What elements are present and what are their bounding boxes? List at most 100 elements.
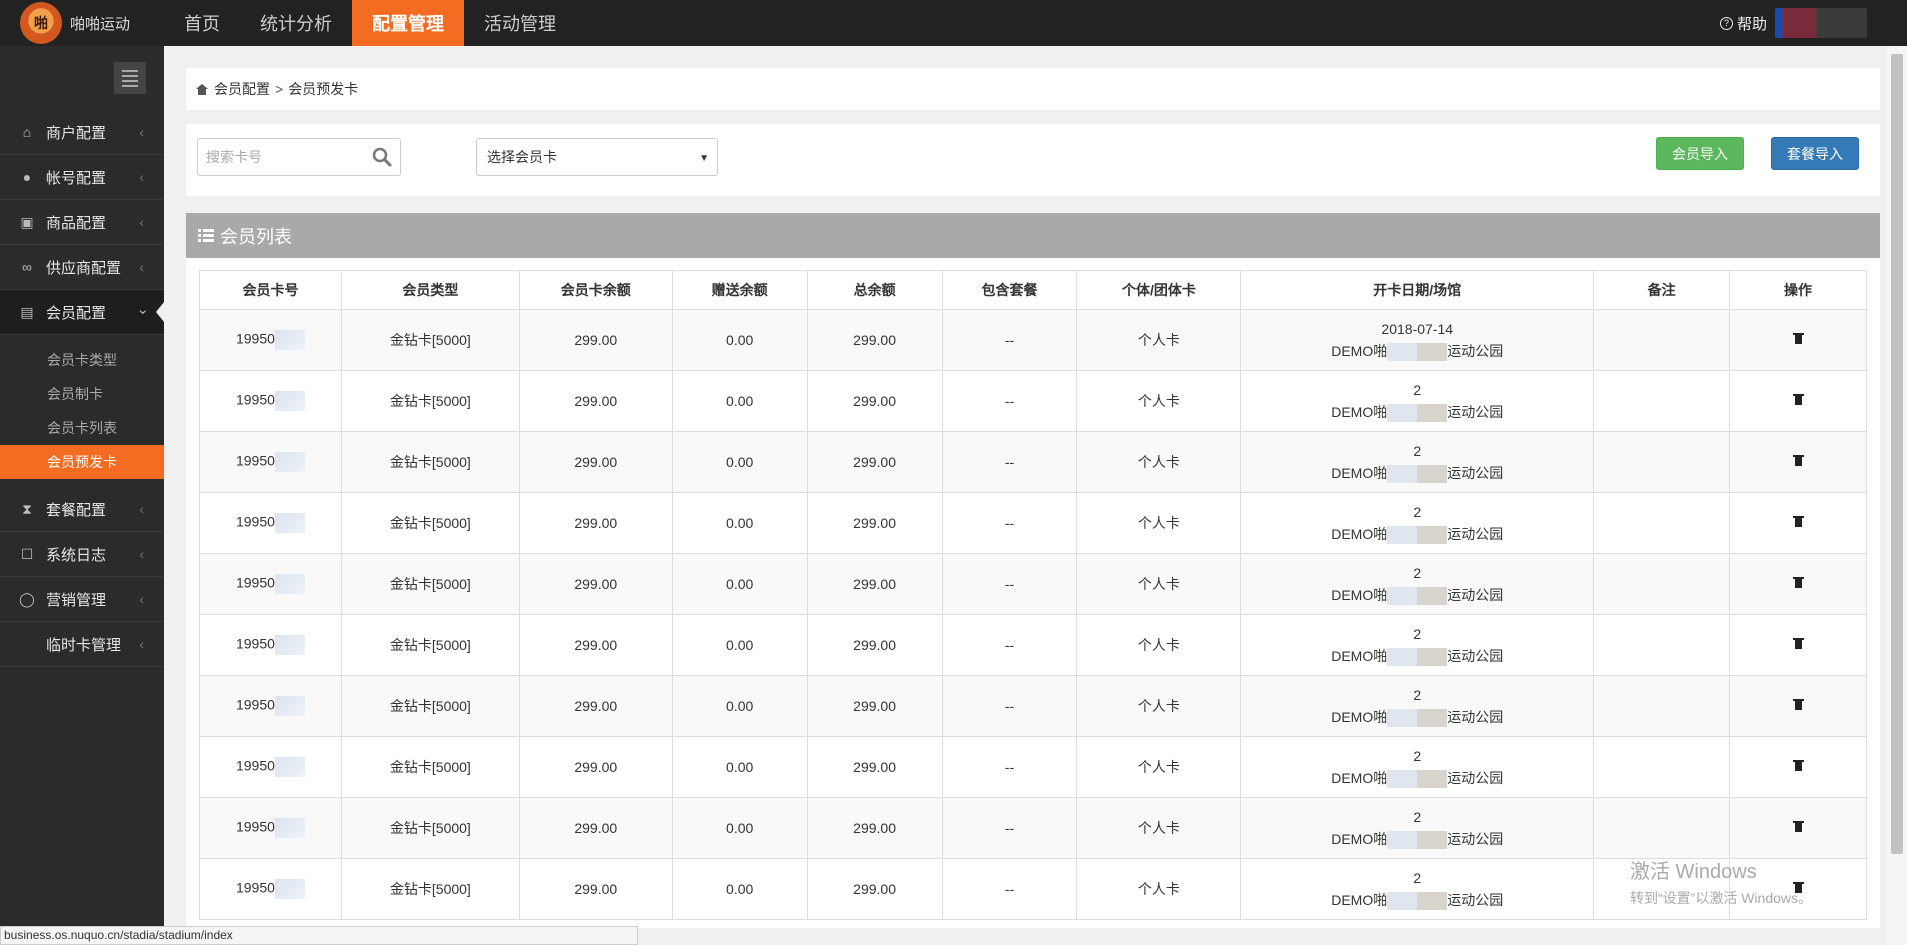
sidebar-item-syslog[interactable]: ☐ 系统日志 ‹ [0,532,164,577]
import-package-button[interactable]: 套餐导入 [1771,137,1859,170]
cell-member-type: 金钻卡[5000] [340,614,520,676]
table-row: 19950 金钻卡[5000] 299.00 0.00 299.00 -- 个人卡 2 DEMO… [199,797,1867,859]
card-number: 19950 [235,757,275,774]
venue-suffix: 运动公园 [1447,892,1504,908]
menu-toggle-button[interactable] [114,62,146,94]
sidebar-subitem-make-card[interactable]: 会员制卡 [0,377,164,411]
card-number: 19950 [235,574,275,591]
sidebar-item-supplier[interactable]: ∞ 供应商配置 ‹ [0,245,164,290]
trash-icon[interactable] [1792,332,1804,345]
sidebar-item-merchant[interactable]: ⌂ 商户配置 ‹ [0,110,164,155]
nav-activity[interactable]: 活动管理 [464,0,576,46]
col-header: 会员类型 [340,270,520,310]
venue-prefix: DEMO啪 [1331,465,1388,481]
help-link[interactable]: ? 帮助 [1719,0,1767,46]
cell-actions [1729,553,1867,615]
cell-card-no: 19950 [199,370,342,432]
venue-prefix: DEMO啪 [1331,648,1388,664]
import-member-button[interactable]: 会员导入 [1656,137,1744,170]
sidebar-subitem-card-list[interactable]: 会员卡列表 [0,411,164,445]
cell-member-type: 金钻卡[5000] [340,797,520,859]
venue-prefix: DEMO啪 [1331,709,1388,725]
watermark-line1: 激活 Windows [1630,861,1757,883]
cell-total: 299.00 [806,675,943,737]
open-date: 2 [1413,504,1422,520]
cell-total: 299.00 [806,492,943,554]
cell-date-venue: 2 DEMO啪 运动公园 [1240,858,1595,920]
windows-activation-watermark: 激活 Windows 转到“设置”以激活 Windows。 [1630,855,1812,908]
trash-icon[interactable] [1792,515,1804,528]
cell-package: -- [941,675,1078,737]
breadcrumb-root[interactable]: 会员配置 [214,79,270,99]
cell-card-kind: 个人卡 [1076,736,1242,798]
trash-icon[interactable] [1792,576,1804,589]
cell-balance: 299.00 [518,309,673,371]
cell-note [1593,309,1731,371]
open-date: 2 [1413,748,1422,764]
redacted-region [1387,587,1448,606]
sidebar-item-temp-card[interactable]: 临时卡管理 ‹ [0,622,164,667]
redacted-region [274,879,305,899]
cell-total: 299.00 [806,858,943,920]
brand-logo: 啪 [20,2,62,44]
venue: DEMO啪 运动公园 [1241,828,1593,850]
sidebar-item-label: 商品配置 [46,214,107,232]
nav-config[interactable]: 配置管理 [352,0,464,46]
cell-date-venue: 2 DEMO啪 运动公园 [1240,553,1595,615]
chevron-left-icon: ‹ [139,591,144,607]
search-icon[interactable] [372,147,392,167]
trash-icon[interactable] [1792,454,1804,467]
sidebar-item-goods[interactable]: ▣ 商品配置 ‹ [0,200,164,245]
col-header: 总余额 [806,270,943,310]
col-header: 会员卡余额 [518,270,673,310]
cell-card-kind: 个人卡 [1076,370,1242,432]
cell-total: 299.00 [806,309,943,371]
venue: DEMO啪 运动公园 [1241,706,1593,728]
venue-suffix: 运动公园 [1447,709,1504,725]
caret-down-icon: ▼ [699,153,709,164]
cell-member-type: 金钻卡[5000] [340,736,520,798]
sidebar-item-package[interactable]: ⧗ 套餐配置 ‹ [0,487,164,532]
sidebar-item-member[interactable]: ▤ 会员配置 ‹ [0,290,164,335]
cell-member-type: 金钻卡[5000] [340,858,520,920]
page-scrollbar[interactable] [1887,46,1907,945]
nav-statistics[interactable]: 统计分析 [240,0,352,46]
brand[interactable]: 啪 啪啪运动 [0,0,164,46]
sidebar-subitem-card-type[interactable]: 会员卡类型 [0,343,164,377]
sidebar-item-account[interactable]: ● 帐号配置 ‹ [0,155,164,200]
gift-icon: ▣ [20,213,34,230]
scroll-thumb[interactable] [1891,54,1903,854]
member-table: 会员卡号 会员类型 会员卡余额 赠送余额 总余额 包含套餐 个体/团体卡 开卡日… [199,270,1867,920]
col-header: 备注 [1593,270,1731,310]
cell-package: -- [941,858,1078,920]
sidebar-item-marketing[interactable]: ◯ 营销管理 ‹ [0,577,164,622]
trash-icon[interactable] [1792,698,1804,711]
cell-card-kind: 个人卡 [1076,797,1242,859]
trash-icon[interactable] [1792,820,1804,833]
venue: DEMO啪 运动公园 [1241,645,1593,667]
cell-gift-balance: 0.00 [671,736,808,798]
redacted-region [274,818,305,838]
cell-actions [1729,431,1867,493]
venue-suffix: 运动公园 [1447,404,1504,420]
nav-home[interactable]: 首页 [164,0,240,46]
venue-prefix: DEMO啪 [1331,892,1388,908]
search-box [197,138,401,176]
trash-icon[interactable] [1792,393,1804,406]
search-input[interactable] [206,149,366,165]
sidebar-item-label: 营销管理 [46,591,107,609]
trash-icon[interactable] [1792,759,1804,772]
user-avatar[interactable] [1775,8,1867,38]
brand-name: 啪啪运动 [70,15,131,33]
breadcrumb: 会员配置 > 会员预发卡 [186,68,1880,110]
card-type-select[interactable]: 选择会员卡 ▼ [476,138,718,176]
hourglass-icon: ⧗ [22,500,32,517]
open-date: 2 [1413,565,1422,581]
chat-icon: ◯ [19,590,35,607]
trash-icon[interactable] [1792,637,1804,650]
sidebar-subitem-preissue-card[interactable]: 会员预发卡 [0,445,164,479]
cell-package: -- [941,614,1078,676]
cell-total: 299.00 [806,553,943,615]
card-number: 19950 [235,513,275,530]
breadcrumb-current: 会员预发卡 [288,81,359,97]
